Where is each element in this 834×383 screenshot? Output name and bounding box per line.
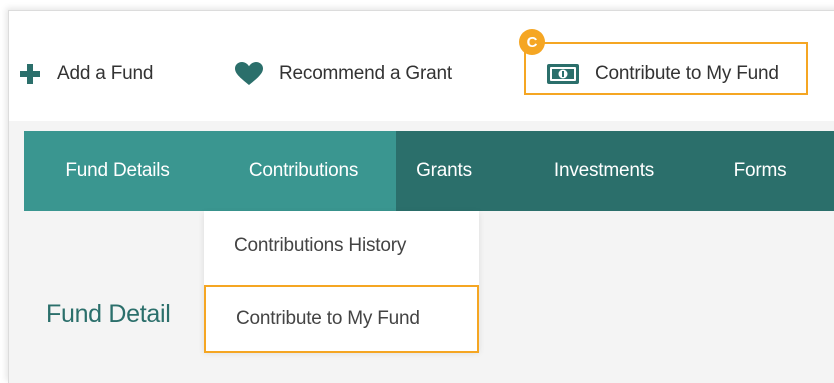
- recommend-grant-label: Recommend a Grant: [279, 63, 452, 84]
- main-nav: Fund Details Contributions Grants Invest…: [24, 131, 834, 211]
- tab-grants[interactable]: Grants: [396, 131, 492, 211]
- app-frame: Add a Fund Recommend a Grant Contribute …: [8, 10, 834, 383]
- menu-item-contributions-history[interactable]: Contributions History: [204, 211, 479, 281]
- tab-investments[interactable]: Investments: [534, 131, 674, 211]
- recommend-grant-button[interactable]: Recommend a Grant: [235, 59, 452, 89]
- contributions-dropdown: Contributions History Contribute to My F…: [204, 211, 479, 353]
- tab-forms[interactable]: Forms: [719, 131, 801, 211]
- page-title: Fund Detail: [46, 300, 171, 328]
- action-bar: Add a Fund Recommend a Grant Contribute …: [9, 11, 834, 121]
- add-fund-label: Add a Fund: [57, 63, 154, 84]
- heart-icon: [235, 62, 263, 86]
- menu-item-contribute-to-my-fund[interactable]: Contribute to My Fund: [204, 285, 479, 353]
- add-fund-button[interactable]: Add a Fund: [19, 59, 153, 89]
- plus-icon: [19, 63, 41, 85]
- highlight-box: [524, 42, 808, 95]
- callout-badge: C: [519, 29, 545, 55]
- tab-contributions[interactable]: Contributions: [211, 131, 396, 211]
- tab-fund-details[interactable]: Fund Details: [24, 131, 211, 211]
